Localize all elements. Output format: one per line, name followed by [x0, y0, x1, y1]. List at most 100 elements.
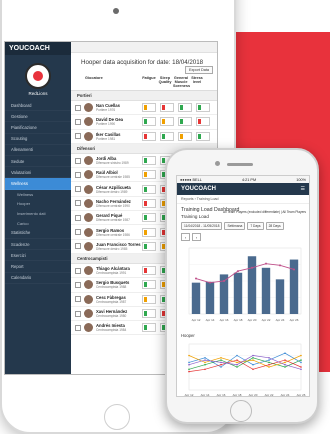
chart2-point[interactable]: [268, 359, 270, 361]
score-select[interactable]: [142, 323, 156, 333]
sidebar-item[interactable]: Calendario: [5, 273, 71, 284]
chart2-point[interactable]: [204, 368, 206, 371]
score-select[interactable]: [142, 227, 156, 237]
sidebar-item[interactable]: Pianificazione: [5, 122, 71, 134]
chart2-point[interactable]: [220, 363, 222, 366]
chart2-point[interactable]: [284, 361, 286, 364]
sidebar-item[interactable]: Scouting: [5, 134, 71, 145]
score-select[interactable]: [178, 103, 192, 113]
sidebar-subitem[interactable]: Inserimento dati: [5, 209, 71, 219]
chart1-bar[interactable]: [205, 281, 215, 314]
chart2-point[interactable]: [236, 359, 238, 361]
chart2-point[interactable]: [188, 363, 190, 366]
sidebar-item[interactable]: Statistiche: [5, 228, 71, 240]
sidebar-item[interactable]: Gestione: [5, 111, 71, 123]
score-select[interactable]: [178, 131, 192, 141]
chart2-point[interactable]: [236, 354, 238, 357]
app-logo[interactable]: YOUCOACH: [5, 42, 71, 55]
chart2-point[interactable]: [300, 359, 302, 361]
row-checkbox[interactable]: [75, 214, 81, 221]
score-select[interactable]: [196, 117, 210, 127]
chart2-point[interactable]: [252, 363, 254, 366]
chart2-point[interactable]: [220, 357, 222, 359]
hamburger-menu-icon[interactable]: ☰: [301, 186, 305, 192]
score-select[interactable]: [142, 309, 156, 318]
chart2-point[interactable]: [188, 370, 190, 373]
chart1-line-point[interactable]: [195, 277, 197, 280]
score-select[interactable]: [142, 294, 156, 304]
row-checkbox[interactable]: [75, 324, 81, 331]
sidebar-item-active[interactable]: Wellness: [5, 178, 71, 190]
phone-logo[interactable]: YOUCOACH: [181, 186, 216, 192]
score-select[interactable]: [142, 280, 156, 290]
prev-arrow-icon[interactable]: ‹: [181, 233, 190, 241]
table-row[interactable]: Iker Casillas Portiere 1981: [71, 130, 217, 144]
row-checkbox[interactable]: [75, 296, 81, 303]
sidebar-item[interactable]: Esercizi: [5, 250, 71, 262]
chart2-point[interactable]: [300, 366, 302, 368]
chart1-line-point[interactable]: [209, 281, 211, 284]
score-select[interactable]: [142, 198, 156, 208]
row-checkbox[interactable]: [75, 186, 81, 193]
row-checkbox[interactable]: [75, 118, 81, 125]
chart2-point[interactable]: [268, 363, 270, 366]
chart2-point[interactable]: [220, 359, 222, 361]
chart2-point[interactable]: [236, 363, 238, 366]
score-select[interactable]: [142, 156, 156, 166]
chart1-line-point[interactable]: [251, 266, 253, 269]
score-select[interactable]: [142, 103, 156, 113]
chart1-bar[interactable]: [275, 279, 285, 314]
chart2-point[interactable]: [188, 368, 190, 371]
chart2-point[interactable]: [300, 354, 302, 357]
chart2-point[interactable]: [204, 359, 206, 361]
chart2-point[interactable]: [188, 354, 190, 357]
chart2-point[interactable]: [236, 366, 238, 368]
chart2-point[interactable]: [268, 366, 270, 368]
sidebar-item[interactable]: Valutazioni: [5, 167, 71, 179]
chart2-point[interactable]: [268, 361, 270, 364]
chart2-point[interactable]: [188, 361, 190, 364]
score-select[interactable]: [160, 117, 174, 127]
week-filter[interactable]: Settimana: [224, 222, 246, 230]
score-select[interactable]: [142, 184, 156, 194]
chart2-point[interactable]: [220, 361, 222, 364]
export-button[interactable]: Export Data: [184, 66, 213, 74]
sidebar-item[interactable]: Dashboard: [5, 100, 71, 112]
score-select[interactable]: [196, 131, 210, 141]
chart1-line-point[interactable]: [237, 270, 239, 273]
sidebar-subitem[interactable]: Hooper: [5, 199, 71, 209]
row-checkbox[interactable]: [75, 243, 81, 250]
next-arrow-icon[interactable]: ›: [192, 233, 201, 241]
score-select[interactable]: [160, 103, 174, 113]
score-select[interactable]: [196, 103, 210, 113]
twentyeight-days-filter[interactable]: 28 Days: [265, 222, 284, 230]
chart1-line-point[interactable]: [279, 264, 281, 267]
score-select[interactable]: [142, 170, 156, 180]
team-filter[interactable]: All Team Players (excluded differentiate…: [223, 210, 306, 214]
row-checkbox[interactable]: [75, 229, 81, 236]
score-select[interactable]: [142, 117, 156, 127]
chart2-point[interactable]: [284, 352, 286, 354]
date-range-filter[interactable]: 11/04/2018 - 11/05/2018: [181, 222, 223, 230]
chart1-bar[interactable]: [289, 259, 299, 314]
chart2-point[interactable]: [252, 354, 254, 357]
chart2-point[interactable]: [220, 366, 222, 368]
table-row[interactable]: Nan Cuellas Portiere 1976: [71, 101, 217, 116]
chart1-bar[interactable]: [261, 267, 271, 314]
score-select[interactable]: [142, 266, 156, 276]
chart1-line-point[interactable]: [293, 268, 295, 271]
chart2-point[interactable]: [236, 361, 238, 364]
score-select[interactable]: [142, 213, 156, 223]
row-checkbox[interactable]: [75, 281, 81, 288]
chart2-point[interactable]: [300, 368, 302, 371]
score-select[interactable]: [142, 241, 156, 251]
chart1-bar[interactable]: [233, 272, 243, 314]
score-select[interactable]: [160, 131, 174, 141]
sidebar-subitem[interactable]: Wellness: [5, 190, 71, 200]
chart2-point[interactable]: [252, 359, 254, 361]
sidebar-item[interactable]: Allenamenti: [5, 145, 71, 156]
sidebar-item[interactable]: Sedute: [5, 156, 71, 168]
chart2-point[interactable]: [300, 361, 302, 364]
header-name[interactable]: Giocatore: [77, 76, 141, 88]
chart1-line-point[interactable]: [223, 280, 225, 282]
